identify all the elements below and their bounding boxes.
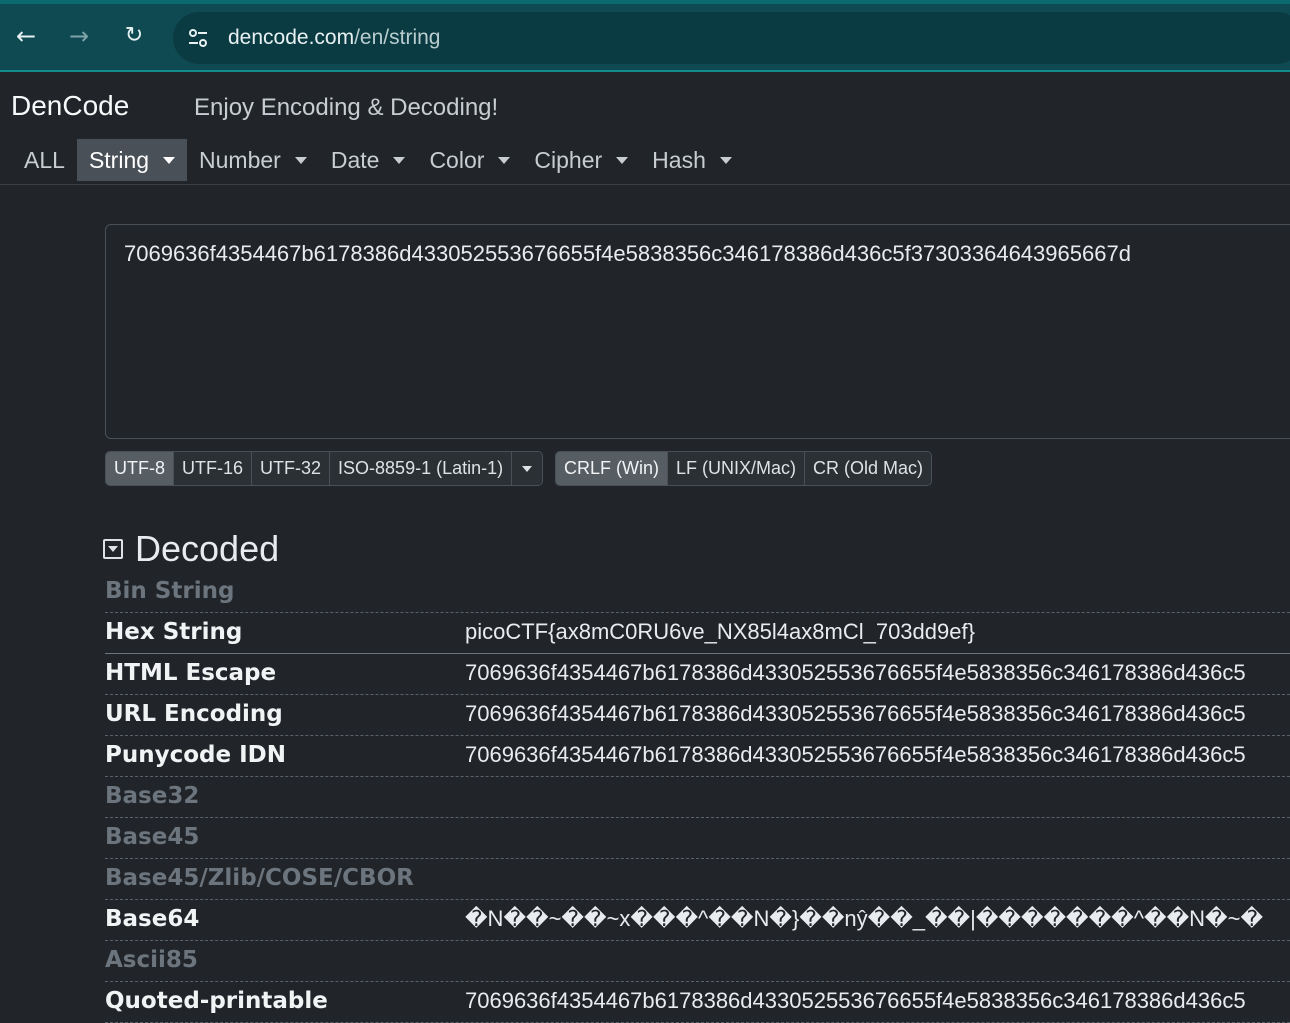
result-row-base45-zlib: Base45/Zlib/COSE/CBOR	[105, 859, 1290, 900]
result-row-base64: Base64 �N��~��~x���^��N�}��nŷ��_��|�����…	[105, 900, 1290, 941]
back-arrow-icon[interactable]: ←	[12, 22, 40, 50]
result-row-punycode: Punycode IDN 7069636f4354467b6178386d433…	[105, 736, 1290, 777]
chevron-down-icon	[522, 465, 533, 472]
result-label: Base45/Zlib/COSE/CBOR	[105, 865, 414, 891]
result-row-base45: Base45	[105, 818, 1290, 859]
result-label: Ascii85	[105, 947, 198, 973]
result-row-quoted-printable: Quoted-printable 7069636f4354467b6178386…	[105, 982, 1290, 1023]
result-label: HTML Escape	[105, 660, 277, 686]
tab-label: Cipher	[534, 147, 603, 173]
tab-label: Color	[429, 147, 485, 173]
collapse-toggle-icon[interactable]	[103, 539, 123, 559]
result-label: Bin String	[105, 578, 235, 604]
url-text[interactable]: dencode.com/en/string	[228, 26, 440, 50]
result-row-html-escape: HTML Escape 7069636f4354467b6178386d4330…	[105, 654, 1290, 695]
browser-toolbar: ← → ↻ dencode.com/en/string	[0, 0, 1290, 72]
input-textarea[interactable]: 7069636f4354467b6178386d433052553676655f…	[105, 224, 1290, 439]
result-row-ascii85: Ascii85	[105, 941, 1290, 982]
result-row-hex-string: Hex String picoCTF{ax8mC0RU6ve_NX85l4ax8…	[105, 613, 1290, 654]
tab-cipher[interactable]: Cipher	[522, 139, 640, 181]
charset-utf16-button[interactable]: UTF-16	[174, 452, 253, 485]
decoded-section-header[interactable]: Decoded	[103, 528, 279, 570]
result-row-url-encoding: URL Encoding 7069636f4354467b6178386d433…	[105, 695, 1290, 736]
decoded-results-list: Bin String Hex String picoCTF{ax8mC0RU6v…	[105, 572, 1290, 1023]
result-value[interactable]: �N��~��~x���^��N�}��nŷ��_��|�������^��N�…	[465, 906, 1263, 932]
newline-selector: CRLF (Win) LF (UNIX/Mac) CR (Old Mac)	[555, 451, 933, 486]
tab-label: Hash	[652, 147, 706, 173]
tab-label: Date	[330, 147, 380, 173]
address-bar[interactable]: dencode.com/en/string	[173, 12, 1290, 64]
tab-label: ALL	[24, 147, 65, 173]
tab-number[interactable]: Number	[187, 139, 319, 181]
charset-latin1-button[interactable]: ISO-8859-1 (Latin-1)	[330, 452, 513, 485]
charset-selector: UTF-8 UTF-16 UTF-32 ISO-8859-1 (Latin-1)	[105, 451, 544, 486]
forward-arrow-icon[interactable]: →	[65, 22, 93, 50]
app-header: DenCode Enjoy Encoding & Decoding! ALL S…	[0, 72, 1290, 185]
charset-utf32-button[interactable]: UTF-32	[252, 452, 331, 485]
chevron-down-icon	[294, 156, 307, 164]
tab-string[interactable]: String	[76, 139, 188, 181]
result-label: Quoted-printable	[105, 988, 328, 1014]
decoded-title: Decoded	[135, 528, 280, 569]
result-label: URL Encoding	[105, 701, 283, 727]
tab-color[interactable]: Color	[417, 139, 522, 181]
category-nav: ALL String Number Date Color Cipher Hash	[12, 139, 744, 181]
input-value: 7069636f4354467b6178386d433052553676655f…	[124, 241, 1131, 266]
charset-more-dropdown[interactable]	[512, 452, 543, 485]
tab-all[interactable]: ALL	[12, 139, 77, 181]
result-label: Punycode IDN	[105, 742, 287, 768]
tab-label: String	[88, 147, 150, 173]
tab-hash[interactable]: Hash	[640, 139, 744, 181]
chevron-down-icon	[163, 156, 176, 164]
tagline: Enjoy Encoding & Decoding!	[194, 94, 499, 121]
result-value[interactable]: picoCTF{ax8mC0RU6ve_NX85l4ax8mCl_703dd9e…	[465, 619, 975, 645]
result-label: Base32	[105, 783, 200, 809]
result-label: Hex String	[105, 619, 243, 645]
url-path: /en/string	[354, 26, 441, 49]
reload-icon[interactable]: ↻	[120, 22, 148, 50]
result-label: Base64	[105, 906, 200, 932]
newline-crlf-button[interactable]: CRLF (Win)	[556, 452, 668, 485]
chevron-down-icon	[719, 156, 732, 164]
newline-cr-button[interactable]: CR (Old Mac)	[805, 452, 932, 485]
result-row-bin-string: Bin String	[105, 572, 1290, 613]
tab-label: Number	[199, 147, 281, 173]
result-value[interactable]: 7069636f4354467b6178386d433052553676655f…	[465, 988, 1246, 1014]
chevron-down-icon	[616, 156, 629, 164]
site-info-icon[interactable]	[185, 25, 211, 51]
result-label: Base45	[105, 824, 200, 850]
url-host: dencode.com	[228, 26, 355, 49]
result-row-base32: Base32	[105, 777, 1290, 818]
brand-logo[interactable]: DenCode	[11, 90, 129, 122]
tab-date[interactable]: Date	[319, 139, 418, 181]
result-value[interactable]: 7069636f4354467b6178386d433052553676655f…	[465, 660, 1246, 686]
charset-utf8-button[interactable]: UTF-8	[106, 452, 174, 485]
chevron-down-icon	[498, 156, 511, 164]
newline-lf-button[interactable]: LF (UNIX/Mac)	[668, 452, 806, 485]
result-value[interactable]: 7069636f4354467b6178386d433052553676655f…	[465, 742, 1246, 768]
result-value[interactable]: 7069636f4354467b6178386d433052553676655f…	[465, 701, 1246, 727]
chevron-down-icon	[393, 156, 406, 164]
